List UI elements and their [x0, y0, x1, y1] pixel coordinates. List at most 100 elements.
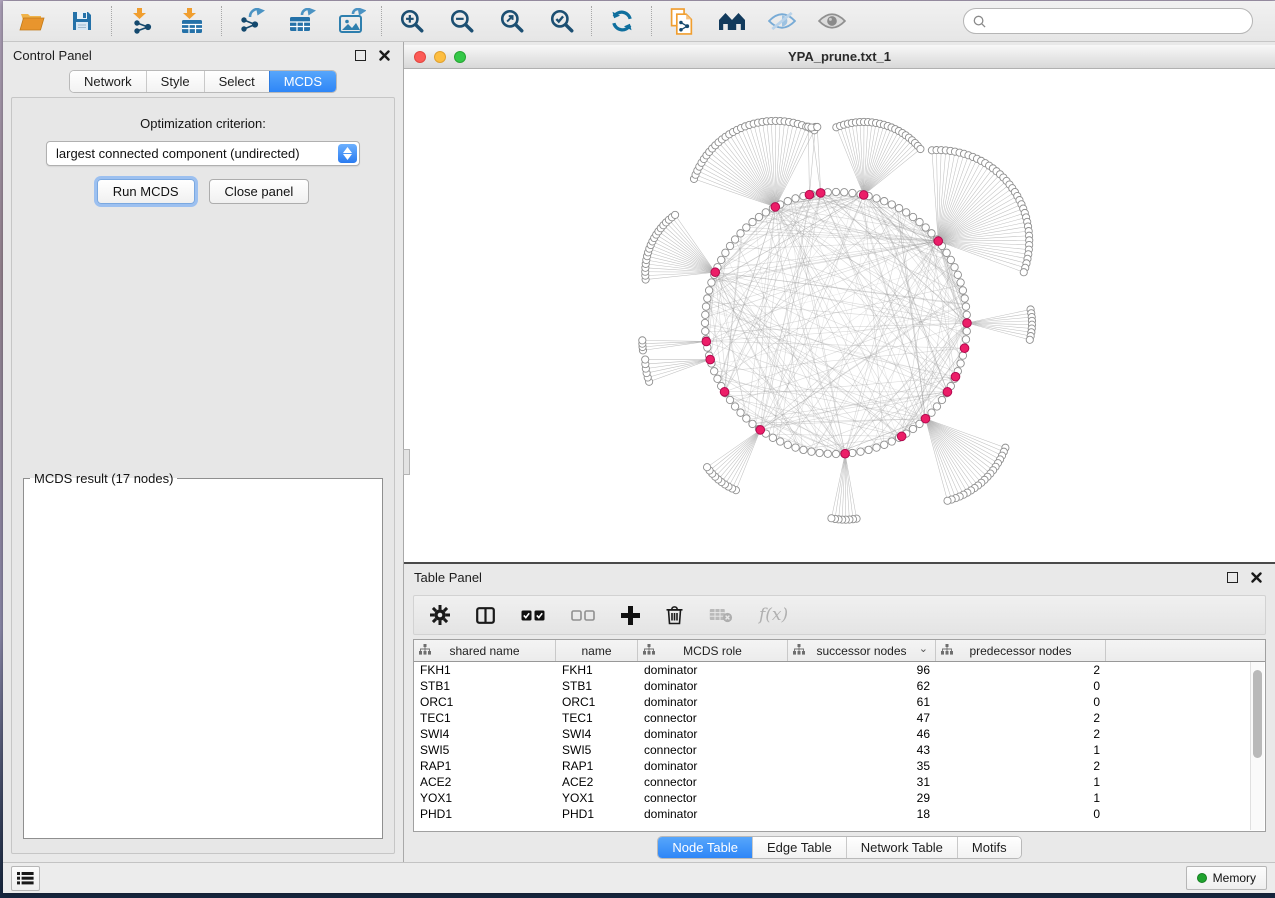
table-cell[interactable]: ORC1 [414, 695, 556, 709]
column-header-shared-name[interactable]: shared name [414, 640, 556, 661]
table-cell[interactable]: dominator [638, 807, 788, 821]
add-column-icon[interactable] [621, 606, 640, 625]
column-header-name[interactable]: name [556, 640, 638, 661]
table-cell[interactable]: connector [638, 743, 788, 757]
import-network-icon[interactable] [127, 7, 157, 35]
open-session-icon[interactable] [17, 7, 47, 35]
table-cell[interactable]: PHD1 [414, 807, 556, 821]
table-cell[interactable]: RAP1 [556, 759, 638, 773]
table-cell[interactable]: 29 [788, 791, 936, 805]
close-panel-button[interactable]: Close panel [209, 179, 310, 204]
column-header-predecessor-nodes[interactable]: predecessor nodes [936, 640, 1106, 661]
table-cell[interactable]: dominator [638, 759, 788, 773]
table-row[interactable]: ACE2ACE2connector311 [414, 774, 1265, 790]
zoom-fit-icon[interactable] [497, 7, 527, 35]
show-all-icon[interactable] [817, 7, 847, 35]
tab-select[interactable]: Select [204, 71, 269, 92]
run-mcds-button[interactable]: Run MCDS [97, 179, 195, 204]
gear-icon[interactable] [430, 605, 450, 625]
table-cell[interactable]: connector [638, 711, 788, 725]
table-cell[interactable]: 1 [936, 791, 1106, 805]
table-cell[interactable]: YOX1 [414, 791, 556, 805]
new-network-from-selection-icon[interactable] [667, 7, 697, 35]
table-cell[interactable]: ACE2 [414, 775, 556, 789]
table-scrollbar-thumb[interactable] [1253, 670, 1262, 758]
search-box[interactable] [963, 8, 1253, 34]
table-cell[interactable]: 1 [936, 743, 1106, 757]
table-cell[interactable]: dominator [638, 679, 788, 693]
tab-edge-table[interactable]: Edge Table [752, 837, 846, 858]
export-network-icon[interactable] [237, 7, 267, 35]
table-row[interactable]: FKH1FKH1dominator962 [414, 662, 1265, 678]
table-row[interactable]: PHD1PHD1dominator180 [414, 806, 1265, 822]
table-row[interactable]: SWI5SWI5connector431 [414, 742, 1265, 758]
task-history-icon[interactable] [11, 866, 40, 891]
criterion-select[interactable]: largest connected component (undirected) [46, 141, 360, 166]
deselect-all-icon[interactable] [571, 610, 595, 621]
tab-style[interactable]: Style [146, 71, 204, 92]
table-cell[interactable]: 0 [936, 679, 1106, 693]
table-cell[interactable]: SWI5 [556, 743, 638, 757]
table-row[interactable]: RAP1RAP1dominator352 [414, 758, 1265, 774]
table-row[interactable]: TEC1TEC1connector472 [414, 710, 1265, 726]
table-cell[interactable]: ORC1 [556, 695, 638, 709]
panel-splitter-handle[interactable] [403, 449, 410, 475]
table-cell[interactable]: RAP1 [414, 759, 556, 773]
table-cell[interactable]: 2 [936, 663, 1106, 677]
hide-selected-icon[interactable] [767, 7, 797, 35]
close-table-panel-icon[interactable] [1247, 569, 1265, 585]
close-panel-icon[interactable] [375, 47, 393, 63]
table-cell[interactable]: 61 [788, 695, 936, 709]
column-header-successor-nodes[interactable]: successor nodes⌄ [788, 640, 936, 661]
tab-node-table[interactable]: Node Table [658, 837, 752, 858]
delete-column-icon[interactable] [666, 605, 683, 625]
zoom-in-icon[interactable] [397, 7, 427, 35]
function-builder-icon[interactable]: f(x) [759, 605, 788, 625]
table-cell[interactable]: 1 [936, 775, 1106, 789]
table-cell[interactable]: 2 [936, 759, 1106, 773]
table-cell[interactable]: 31 [788, 775, 936, 789]
tab-motifs[interactable]: Motifs [957, 837, 1021, 858]
zoom-out-icon[interactable] [447, 7, 477, 35]
show-columns-icon[interactable] [476, 607, 495, 624]
table-cell[interactable]: SWI4 [556, 727, 638, 741]
table-cell[interactable]: YOX1 [556, 791, 638, 805]
table-cell[interactable]: 2 [936, 727, 1106, 741]
table-cell[interactable]: PHD1 [556, 807, 638, 821]
table-cell[interactable]: dominator [638, 727, 788, 741]
table-row[interactable]: SWI4SWI4dominator462 [414, 726, 1265, 742]
table-cell[interactable]: TEC1 [414, 711, 556, 725]
table-cell[interactable]: 35 [788, 759, 936, 773]
network-view-titlebar[interactable]: YPA_prune.txt_1 [404, 45, 1275, 69]
float-panel-icon[interactable] [351, 47, 369, 63]
import-table-icon[interactable] [177, 7, 207, 35]
float-table-panel-icon[interactable] [1223, 569, 1241, 585]
table-scrollbar[interactable] [1250, 662, 1264, 830]
mcds-result-list[interactable]: PHD1CAR1STP4TID3YOX1SWI4SRD1PMA2FKH1ACE2… [26, 488, 366, 489]
table-cell[interactable]: TEC1 [556, 711, 638, 725]
tab-network-table[interactable]: Network Table [846, 837, 957, 858]
table-cell[interactable]: ACE2 [556, 775, 638, 789]
search-input[interactable] [992, 13, 1243, 30]
table-row[interactable]: YOX1YOX1connector291 [414, 790, 1265, 806]
network-canvas[interactable] [404, 69, 1275, 562]
delete-table-icon[interactable] [709, 608, 733, 623]
table-cell[interactable]: 0 [936, 807, 1106, 821]
tab-mcds[interactable]: MCDS [269, 71, 336, 92]
table-cell[interactable]: 96 [788, 663, 936, 677]
select-all-icon[interactable] [521, 610, 545, 621]
first-neighbors-icon[interactable] [717, 7, 747, 35]
export-table-icon[interactable] [287, 7, 317, 35]
refresh-view-icon[interactable] [607, 7, 637, 35]
column-header-MCDS-role[interactable]: MCDS role [638, 640, 788, 661]
table-cell[interactable]: 62 [788, 679, 936, 693]
table-cell[interactable]: FKH1 [556, 663, 638, 677]
table-cell[interactable]: SWI4 [414, 727, 556, 741]
table-cell[interactable]: 46 [788, 727, 936, 741]
save-session-icon[interactable] [67, 7, 97, 35]
export-image-icon[interactable] [337, 7, 367, 35]
table-cell[interactable]: 0 [936, 695, 1106, 709]
table-row[interactable]: STB1STB1dominator620 [414, 678, 1265, 694]
table-cell[interactable]: connector [638, 775, 788, 789]
table-cell[interactable]: STB1 [414, 679, 556, 693]
